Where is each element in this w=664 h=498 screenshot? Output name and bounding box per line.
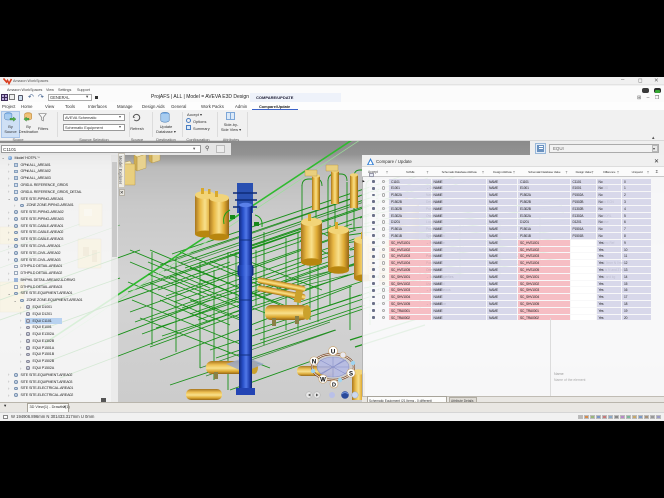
svg-text:N: N <box>312 360 316 366</box>
svg-text:S: S <box>349 372 353 378</box>
svg-text:W: W <box>320 378 326 384</box>
svg-text:U: U <box>331 350 335 356</box>
svg-text:D: D <box>332 383 336 389</box>
